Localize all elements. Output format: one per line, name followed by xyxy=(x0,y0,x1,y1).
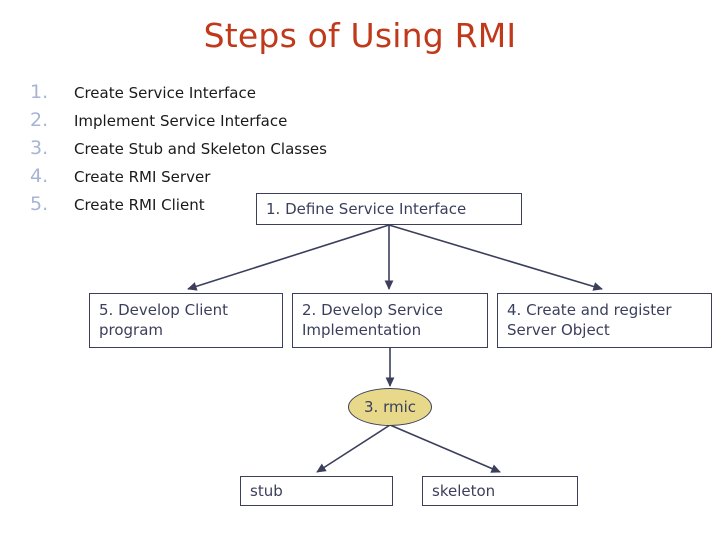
node-label-line1: skeleton xyxy=(432,482,496,500)
list-item: 3. Create Stub and Skeleton Classes xyxy=(30,134,450,162)
list-item-number: 2. xyxy=(30,109,49,131)
edge-rmic-to-skeleton xyxy=(389,424,501,473)
list-item: 4. Create RMI Server xyxy=(30,162,450,190)
edge-rmic-to-stub xyxy=(316,424,391,473)
node-label-line1: stub xyxy=(250,482,283,500)
diagram-node-rmic[interactable]: 3. rmic xyxy=(348,388,432,426)
node-label-line2: Server Object xyxy=(507,321,610,339)
node-label-line1: 5. Develop Client xyxy=(99,301,229,319)
edge-define-to-register xyxy=(388,224,603,291)
diagram-node-develop-service-implementation[interactable]: 2. Develop Service Implementation xyxy=(292,293,488,348)
list-item-label: Create RMI Client xyxy=(74,196,205,214)
list-item-label: Create Stub and Skeleton Classes xyxy=(74,140,327,158)
diagram-node-define-service-interface[interactable]: 1. Define Service Interface xyxy=(256,193,522,225)
diagram-node-create-and-register-server-object[interactable]: 4. Create and register Server Object xyxy=(497,293,712,348)
list-item-number: 4. xyxy=(30,165,49,187)
list-item-number: 3. xyxy=(30,137,49,159)
list-item-label: Implement Service Interface xyxy=(74,112,288,130)
list-item-number: 1. xyxy=(30,81,49,103)
diagram-node-develop-client-program[interactable]: 5. Develop Client program xyxy=(89,293,283,348)
node-label-line1: 2. Develop Service xyxy=(302,301,444,319)
edge-define-to-client xyxy=(187,224,390,291)
node-label-line2: Implementation xyxy=(302,321,422,339)
list-item-label: Create RMI Server xyxy=(74,168,211,186)
list-item: 2. Implement Service Interface xyxy=(30,106,450,134)
list-item-number: 5. xyxy=(30,193,49,215)
list-item-label: Create Service Interface xyxy=(74,84,256,102)
node-label-line1: 1. Define Service Interface xyxy=(266,200,467,218)
node-label-line2: program xyxy=(99,321,164,339)
diagram-node-stub[interactable]: stub xyxy=(240,476,393,506)
node-label-line1: 4. Create and register xyxy=(507,301,672,319)
node-label-line1: 3. rmic xyxy=(363,398,416,416)
diagram-node-skeleton[interactable]: skeleton xyxy=(422,476,578,506)
page-title: Steps of Using RMI xyxy=(203,16,517,55)
list-item: 1. Create Service Interface xyxy=(30,78,450,106)
